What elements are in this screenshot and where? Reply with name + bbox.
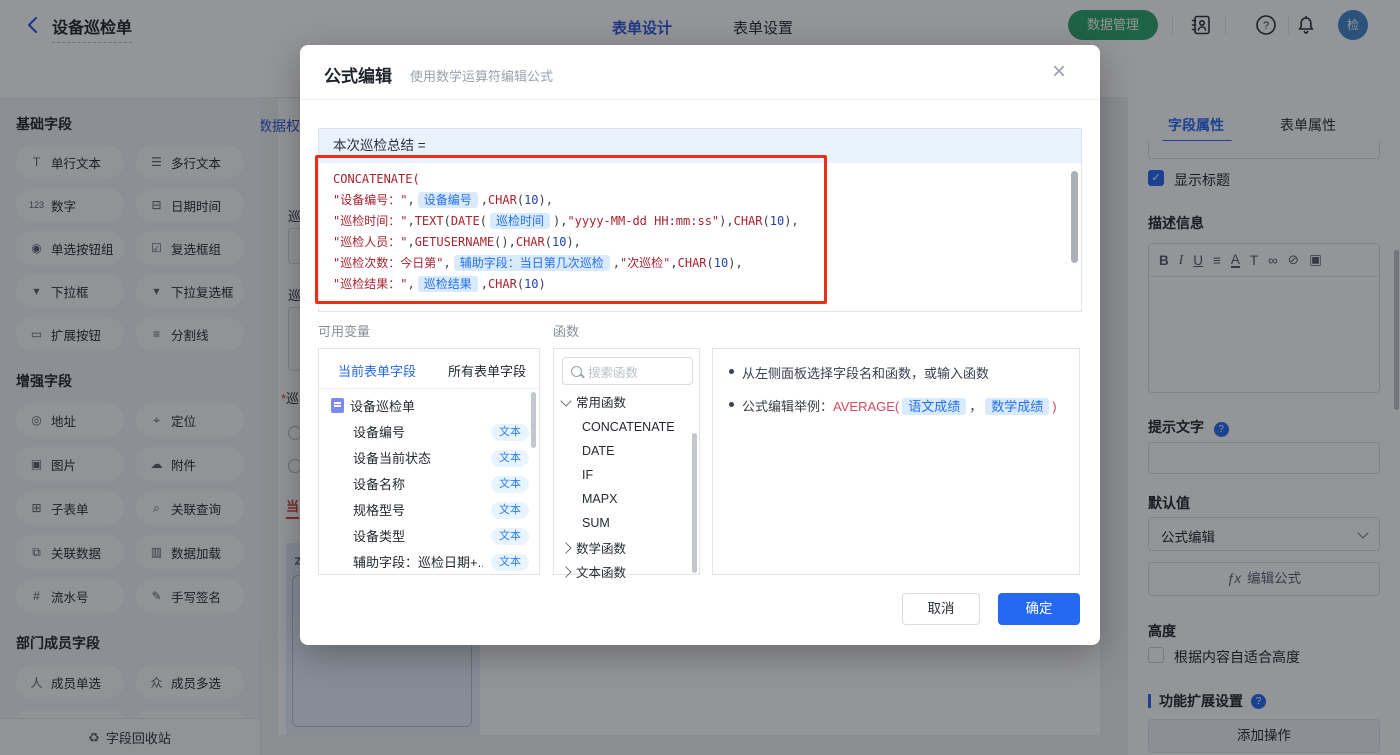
functions-label: 函数 — [553, 321, 579, 340]
annotation-highlight-box — [315, 155, 827, 304]
field-type-badge: 文本 — [491, 554, 529, 571]
bullet — [729, 402, 734, 407]
function-group-common[interactable]: 常用函数 — [562, 393, 626, 413]
modal-subtitle: 使用数学运算符编辑公式 — [410, 66, 553, 85]
tab-current-form-fields[interactable]: 当前表单字段 — [338, 361, 416, 380]
tab-all-form-fields[interactable]: 所有表单字段 — [448, 361, 526, 380]
help-example: 公式编辑举例：AVERAGE(语文成绩，数学成绩) — [742, 396, 1057, 415]
tree-root[interactable]: 设备巡检单 — [331, 396, 415, 418]
chevron-collapsed-icon — [560, 566, 571, 577]
function-item[interactable]: IF — [582, 465, 593, 485]
tree-field[interactable]: 设备名称文本 — [353, 474, 541, 496]
search-placeholder: 搜索函数 — [588, 362, 638, 381]
field-type-badge: 文本 — [491, 528, 529, 545]
field-type-badge: 文本 — [491, 450, 529, 467]
search-icon — [571, 366, 582, 377]
function-group-text[interactable]: 文本函数 — [562, 563, 626, 583]
form-doc-icon — [331, 398, 344, 413]
confirm-button[interactable]: 确定 — [998, 593, 1080, 625]
chevron-expanded-icon — [560, 395, 571, 406]
function-group-math[interactable]: 数学函数 — [562, 539, 626, 559]
tree-field[interactable]: 设备编号文本 — [353, 422, 541, 444]
bullet — [729, 369, 734, 374]
modal-header: 公式编辑 使用数学运算符编辑公式 × — [300, 45, 1100, 100]
tree-field[interactable]: 辅助字段：巡检日期+...文本 — [353, 552, 541, 574]
function-item[interactable]: DATE — [582, 441, 614, 461]
modal-title: 公式编辑 — [324, 62, 392, 87]
app-window: 设备巡检单 表单设计 表单设置 数据管理 ? 检 ⊘ 表单外链 ⊠ 后端脚本 ⊡… — [0, 0, 1400, 755]
variables-scrollbar[interactable] — [531, 392, 536, 448]
function-item[interactable]: MAPX — [582, 489, 617, 509]
help-tip-1: 从左侧面板选择字段名和函数，或输入函数 — [729, 363, 1063, 382]
variables-panel: 当前表单字段 所有表单字段 设备巡检单 设备编号文本 设备当前状态文本 设备名称… — [318, 348, 540, 575]
function-item[interactable]: CONCATENATE — [582, 417, 675, 437]
field-type-badge: 文本 — [491, 424, 529, 441]
field-type-badge: 文本 — [491, 502, 529, 519]
editor-scrollbar[interactable] — [1071, 171, 1078, 263]
tree-field[interactable]: 设备类型文本 — [353, 526, 541, 548]
function-search[interactable]: 搜索函数 — [562, 357, 693, 385]
chevron-collapsed-icon — [560, 542, 571, 553]
formula-help-panel: 从左侧面板选择字段名和函数，或输入函数 公式编辑举例：AVERAGE(语文成绩，… — [712, 348, 1080, 575]
cancel-button[interactable]: 取消 — [902, 593, 980, 625]
variables-label: 可用变量 — [318, 321, 370, 340]
tree-field[interactable]: 规格型号文本 — [353, 500, 541, 522]
close-icon[interactable]: × — [1052, 58, 1066, 86]
function-item[interactable]: SUM — [582, 513, 610, 533]
tree-field[interactable]: 设备当前状态文本 — [353, 448, 541, 470]
field-type-badge: 文本 — [491, 476, 529, 493]
help-tip-2: 公式编辑举例：AVERAGE(语文成绩，数学成绩) — [729, 396, 1063, 415]
formula-edit-modal: 公式编辑 使用数学运算符编辑公式 × 本次巡检总结 = CONCATENATE(… — [300, 45, 1100, 645]
functions-scrollbar[interactable] — [692, 433, 697, 573]
functions-panel: 搜索函数 常用函数 CONCATENATE DATE IF MAPX SUM 数… — [553, 348, 700, 575]
